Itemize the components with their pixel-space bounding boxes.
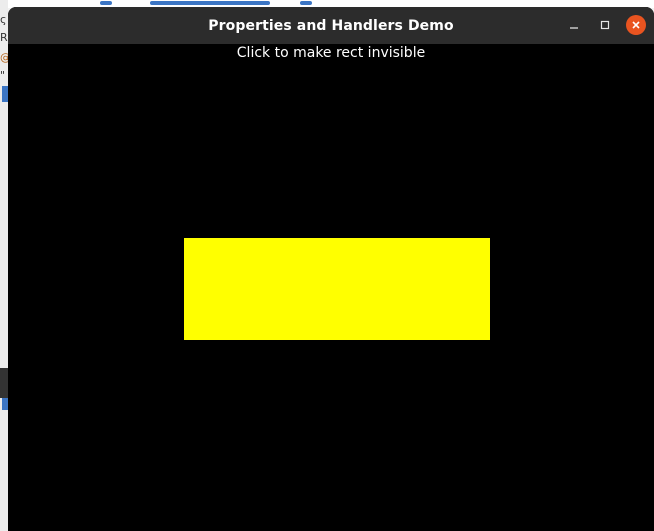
- background-decoration: [100, 1, 112, 5]
- background-text: R: [0, 31, 8, 44]
- close-icon: [632, 21, 640, 29]
- app-window: Properties and Handlers Demo Click to ma…: [8, 7, 654, 531]
- titlebar[interactable]: Properties and Handlers Demo: [8, 7, 654, 44]
- window-controls: [553, 15, 646, 35]
- canvas-area[interactable]: Click to make rect invisible: [8, 44, 654, 531]
- maximize-icon: [600, 20, 610, 30]
- yellow-rect[interactable]: [184, 238, 490, 340]
- background-decoration: [300, 1, 312, 5]
- background-text: ": [0, 69, 6, 82]
- instructions-label: Click to make rect invisible: [236, 45, 426, 61]
- desktop: ς R @ " Properties and Handlers Demo Cli…: [0, 0, 654, 531]
- close-button[interactable]: [626, 15, 646, 35]
- minimize-button[interactable]: [564, 15, 584, 35]
- background-panel: [0, 368, 8, 398]
- window-title: Properties and Handlers Demo: [208, 17, 454, 34]
- background-text: ς: [0, 13, 7, 26]
- background-decoration: [150, 1, 270, 5]
- maximize-button[interactable]: [595, 15, 615, 35]
- minimize-icon: [570, 27, 578, 29]
